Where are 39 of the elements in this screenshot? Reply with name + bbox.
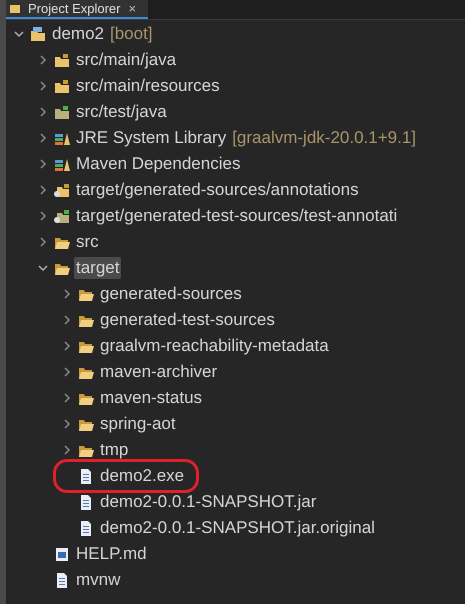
tree-item[interactable]: target (74, 257, 122, 279)
file-icon (54, 572, 70, 588)
tree-item[interactable]: demo2-0.0.1-SNAPSHOT.jar.original (98, 517, 377, 539)
tree-item[interactable]: demo2 (50, 23, 106, 45)
item-decoration: [graalvm-jdk-20.0.1+9.1] (232, 127, 416, 149)
package-folder-icon (54, 104, 70, 120)
tree-item[interactable]: generated-sources (98, 283, 244, 305)
package-folder-icon (54, 182, 70, 198)
tree-item[interactable]: demo2-0.0.1-SNAPSHOT.jar (98, 491, 318, 513)
close-icon[interactable]: × (128, 2, 136, 15)
tree-item[interactable]: HELP.md (74, 543, 149, 565)
tab-title: Project Explorer (28, 2, 120, 15)
tree-item[interactable]: mvnw (74, 569, 122, 591)
tree-item[interactable]: target/generated-test-sources/test-annotati (74, 205, 400, 227)
tree-item[interactable]: graalvm-reachability-metadata (98, 335, 331, 357)
tree-item[interactable]: src/main/resources (74, 75, 222, 97)
tree-item[interactable]: src/test/java (74, 101, 169, 123)
tree-item[interactable]: src (74, 231, 101, 253)
package-folder-icon (54, 78, 70, 94)
file-icon (78, 468, 94, 484)
file-icon (78, 494, 94, 510)
tree-item[interactable]: src/main/java (74, 49, 178, 71)
tree-item[interactable]: Maven Dependencies (74, 153, 242, 175)
package-folder-icon (54, 208, 70, 224)
document-icon (54, 546, 70, 562)
tree-item[interactable]: generated-test-sources (98, 309, 277, 331)
tree-item[interactable]: tmp (98, 439, 130, 461)
tree-item[interactable]: maven-status (98, 387, 204, 409)
file-icon (78, 520, 94, 536)
project-folder-icon (30, 26, 46, 42)
tree-item[interactable]: demo2.exe (98, 465, 186, 487)
folder-icon (10, 4, 20, 13)
tree-item[interactable]: target/generated-sources/annotations (74, 179, 361, 201)
item-decoration: [boot] (110, 23, 153, 45)
tree-item[interactable]: maven-archiver (98, 361, 220, 383)
explorer-tab[interactable]: Project Explorer × (6, 0, 148, 19)
tree-item[interactable]: JRE System Library (74, 127, 228, 149)
package-folder-icon (54, 52, 70, 68)
tree-item[interactable]: spring-aot (98, 413, 178, 435)
